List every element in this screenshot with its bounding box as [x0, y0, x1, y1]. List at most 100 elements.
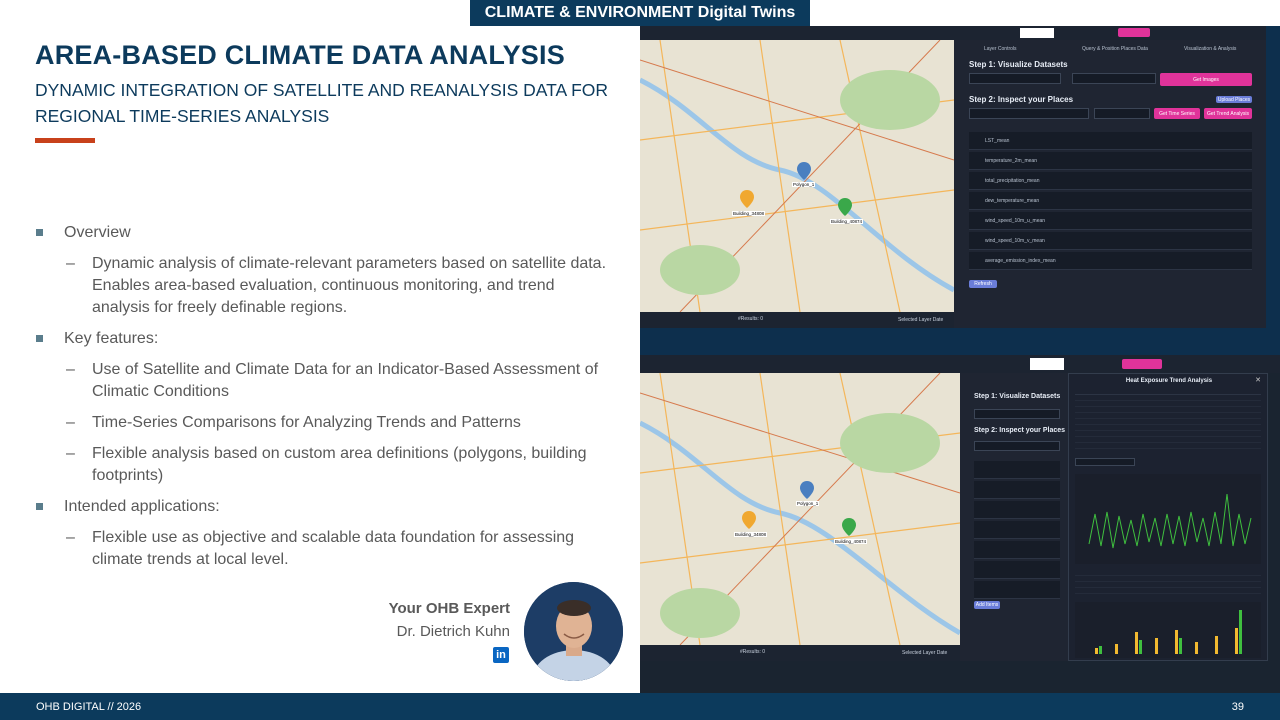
places-select[interactable] — [974, 441, 1060, 451]
expert-name: Dr. Dietrich Kuhn — [396, 623, 510, 640]
row-label: temperature_2m_mean — [985, 158, 1037, 164]
row-label: wind_speed_10m_v_mean — [985, 238, 1045, 244]
time-series-chart — [1075, 474, 1261, 564]
section-tag: CLIMATE & ENVIRONMENT Digital Twins — [470, 0, 810, 26]
linkedin-icon[interactable]: in — [493, 647, 509, 663]
get-time-series-button[interactable]: Get Time Series — [1154, 108, 1200, 119]
table-row[interactable] — [974, 561, 1060, 579]
app-screenshot-top: Polygon_1 Building_34808 Building_40874 … — [640, 26, 1266, 328]
results-count: #Results: 0 — [740, 649, 766, 655]
map-pin-building-b[interactable] — [842, 518, 856, 536]
bullet-label: Overview — [64, 224, 131, 241]
slide-subtitle: DYNAMIC INTEGRATION OF SATELLITE AND REA… — [35, 80, 609, 126]
table-row[interactable]: LST_mean — [969, 132, 1252, 150]
table-row[interactable] — [974, 481, 1060, 499]
accent-bar — [35, 138, 95, 143]
row-label: average_emission_index_mean — [985, 258, 1056, 264]
refresh-button[interactable]: Refresh — [969, 280, 997, 288]
tab-query[interactable]: Query & Position Places Data — [1082, 46, 1148, 52]
table-row[interactable] — [974, 541, 1060, 559]
avatar — [524, 582, 623, 681]
get-images-button[interactable]: Get Images — [1160, 73, 1252, 86]
trend-text — [1075, 570, 1261, 596]
tab-layer-controls[interactable]: Layer Controls — [984, 46, 1017, 52]
sub-bullet: – Dynamic analysis of climate-relevant pa… — [36, 253, 616, 319]
sub-bullet-text: Time-Series Comparisons for Analyzing Tr… — [92, 414, 521, 431]
map-pin-building-b[interactable] — [838, 198, 852, 216]
index-bar-chart — [1075, 602, 1261, 658]
user-button[interactable] — [1118, 28, 1150, 37]
step1-heading: Step 1: Visualize Datasets — [969, 60, 1068, 69]
step2-heading: Step 2: Inspect your Places — [974, 427, 1066, 434]
step2-heading: Step 2: Inspect your Places — [969, 95, 1074, 104]
table-row[interactable] — [974, 501, 1060, 519]
variable-select[interactable] — [1075, 458, 1135, 466]
bullet-marker — [36, 229, 43, 236]
sub-bullet-text: Use of Satellite and Climate Data for an… — [92, 361, 599, 400]
row-label: total_precipitation_mean — [985, 178, 1040, 184]
sub-bullet: – Flexible use as objective and scalable … — [36, 527, 616, 571]
map-pin-polygon[interactable] — [797, 162, 811, 180]
pin-label: Building_34808 — [734, 532, 768, 537]
places-select[interactable] — [969, 108, 1089, 119]
upload-places-button[interactable]: Upload Places — [1216, 96, 1252, 103]
expert-heading: Your OHB Expert — [388, 600, 510, 617]
row-label: wind_speed_10m_u_mean — [985, 218, 1046, 224]
period-field[interactable] — [1094, 108, 1150, 119]
bullet-key-features: Key features: — [36, 328, 616, 350]
map-pin-building-a[interactable] — [740, 190, 754, 208]
app-screenshot-bottom: Polygon_1 Building_34808 Building_40874 … — [640, 355, 1280, 693]
dash-marker: – — [66, 255, 75, 272]
map-view[interactable]: Polygon_1 Building_34808 Building_40874 — [640, 39, 956, 313]
results-count: #Results: 0 — [738, 316, 764, 322]
sub-bullet: – Use of Satellite and Climate Data for a… — [36, 359, 616, 403]
user-button[interactable] — [1122, 359, 1162, 369]
search-box[interactable] — [1020, 28, 1054, 38]
table-row[interactable] — [974, 581, 1060, 599]
add-items-button[interactable]: Add Items — [974, 601, 1000, 609]
sub-bullet: – Time-Series Comparisons for Analyzing T… — [36, 412, 616, 434]
app-header — [640, 26, 1266, 40]
bullet-label: Intended applications: — [64, 498, 220, 515]
dash-marker: – — [66, 361, 75, 378]
layer-date-label: Selected Layer Date — [898, 317, 944, 323]
pin-label: Polygon_1 — [796, 501, 820, 506]
date-field[interactable] — [1072, 73, 1156, 84]
step1-heading: Step 1: Visualize Datasets — [974, 393, 1061, 400]
app-header — [640, 355, 1280, 373]
bullet-list: Overview – Dynamic analysis of climate-re… — [36, 222, 616, 580]
table-row[interactable]: average_emission_index_mean — [969, 252, 1252, 270]
dataset-select[interactable] — [969, 73, 1061, 84]
table-row[interactable]: dew_temperature_mean — [969, 192, 1252, 210]
pin-label: Building_40874 — [830, 219, 864, 224]
pin-label: Building_40874 — [834, 539, 868, 544]
control-panel: Layer Controls Query & Position Places D… — [954, 40, 1266, 328]
close-icon[interactable]: ✕ — [1255, 376, 1261, 384]
dash-marker: – — [66, 414, 75, 431]
row-label: LST_mean — [985, 138, 1010, 144]
map-pin-building-a[interactable] — [742, 511, 756, 529]
table-row[interactable] — [974, 521, 1060, 539]
dataset-select[interactable] — [974, 409, 1060, 419]
table-row[interactable]: wind_speed_10m_u_mean — [969, 212, 1252, 230]
bullet-marker — [36, 503, 43, 510]
footer-brand: OHB DIGITAL // 2026 — [36, 700, 142, 713]
table-row[interactable]: wind_speed_10m_v_mean — [969, 232, 1252, 250]
index-bars — [1095, 610, 1242, 654]
dash-marker: – — [66, 445, 75, 462]
footer: OHB DIGITAL // 2026 39 — [0, 693, 1280, 720]
page-number: 39 — [1231, 700, 1244, 713]
sub-bullet: – Flexible analysis based on custom area … — [36, 443, 616, 487]
tab-analysis[interactable]: Visualization & Analysis — [1184, 46, 1236, 52]
table-row[interactable]: total_precipitation_mean — [969, 172, 1252, 190]
map-pin-polygon[interactable] — [800, 481, 814, 499]
map-view[interactable]: Polygon_1 Building_34808 Building_40874 — [640, 372, 962, 646]
time-series-line — [1088, 493, 1252, 549]
bullet-label: Key features: — [64, 330, 159, 347]
table-row[interactable]: temperature_2m_mean — [969, 152, 1252, 170]
get-trend-button[interactable]: Get Trend Analysis — [1204, 108, 1252, 119]
dash-marker: – — [66, 529, 75, 546]
control-panel: Step 1: Visualize Datasets Step 2: Inspe… — [960, 373, 1068, 661]
table-row[interactable] — [974, 461, 1060, 479]
search-box[interactable] — [1030, 358, 1064, 370]
